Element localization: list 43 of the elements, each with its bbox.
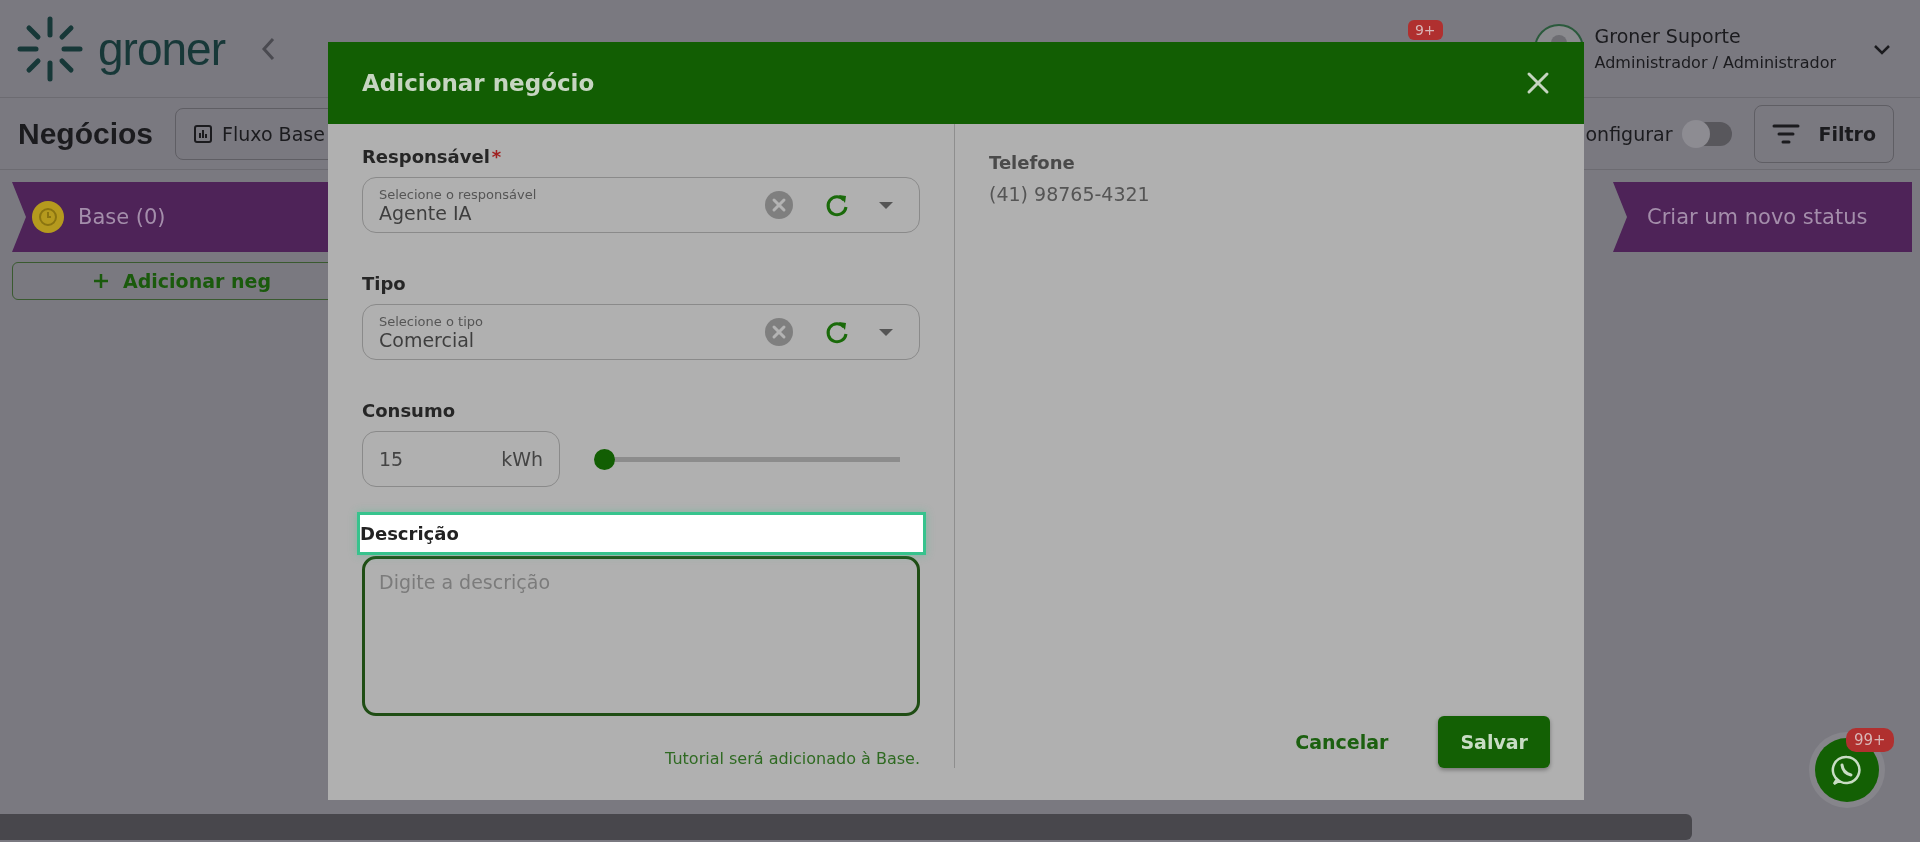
close-icon[interactable] (1526, 71, 1550, 95)
detail-label: Telefone (989, 152, 1076, 173)
field-label: Descrição (360, 515, 923, 552)
notification-badge: 9+ (1407, 20, 1443, 40)
logo-icon (16, 14, 84, 83)
save-button[interactable]: Salvar (1438, 716, 1550, 768)
clear-icon[interactable] (765, 318, 793, 346)
filter-icon (1772, 122, 1801, 145)
horizontal-scrollbar[interactable] (0, 814, 1692, 840)
required-mark: * (491, 146, 502, 167)
select-field[interactable]: Selecione o tipo Comercial (362, 304, 920, 360)
clear-icon[interactable] (765, 191, 793, 219)
slider-thumb[interactable] (594, 448, 615, 470)
detail-value: (41) 98765-4321 (989, 183, 1151, 205)
user-role: Administrador / Administrador (1594, 53, 1836, 72)
toggle-label: onfigurar (1585, 122, 1673, 145)
logo-text: groner (98, 21, 225, 76)
caret-icon[interactable] (879, 201, 893, 209)
create-status-button[interactable]: Criar um novo status (1613, 182, 1912, 252)
clock-icon (32, 201, 64, 233)
info-note: Tutorial será adicionado à Base. (664, 749, 920, 768)
field-hint: Selecione o tipo (379, 313, 484, 329)
field-label: Tipo (362, 273, 406, 294)
cancel-button[interactable]: Cancelar (1273, 716, 1411, 768)
field-value: Agente IA (379, 201, 472, 224)
field-label: Consumo (362, 400, 457, 421)
toggle-switch[interactable] (1684, 121, 1733, 146)
number-field[interactable]: 15 kWh (362, 431, 560, 487)
field-value: 15 (379, 448, 404, 470)
filter-button[interactable]: Filtro (1754, 104, 1894, 163)
caret-icon[interactable] (879, 328, 893, 336)
chart-icon (194, 124, 213, 143)
unit-label: kWh (501, 448, 543, 470)
user-name: Groner Suporte (1594, 25, 1742, 47)
field-value: Comercial (379, 328, 475, 351)
stage-title: Base (0) (78, 205, 166, 229)
chat-icon (1831, 754, 1863, 786)
modal-title: Adicionar negócio (362, 70, 595, 96)
page-title: Negócios (18, 116, 154, 151)
select-field[interactable]: Selecione o responsável Agente IA (362, 177, 920, 233)
plus-icon (93, 273, 109, 289)
chat-badge: 99+ (1846, 728, 1894, 752)
field-label: Responsável (362, 146, 490, 167)
